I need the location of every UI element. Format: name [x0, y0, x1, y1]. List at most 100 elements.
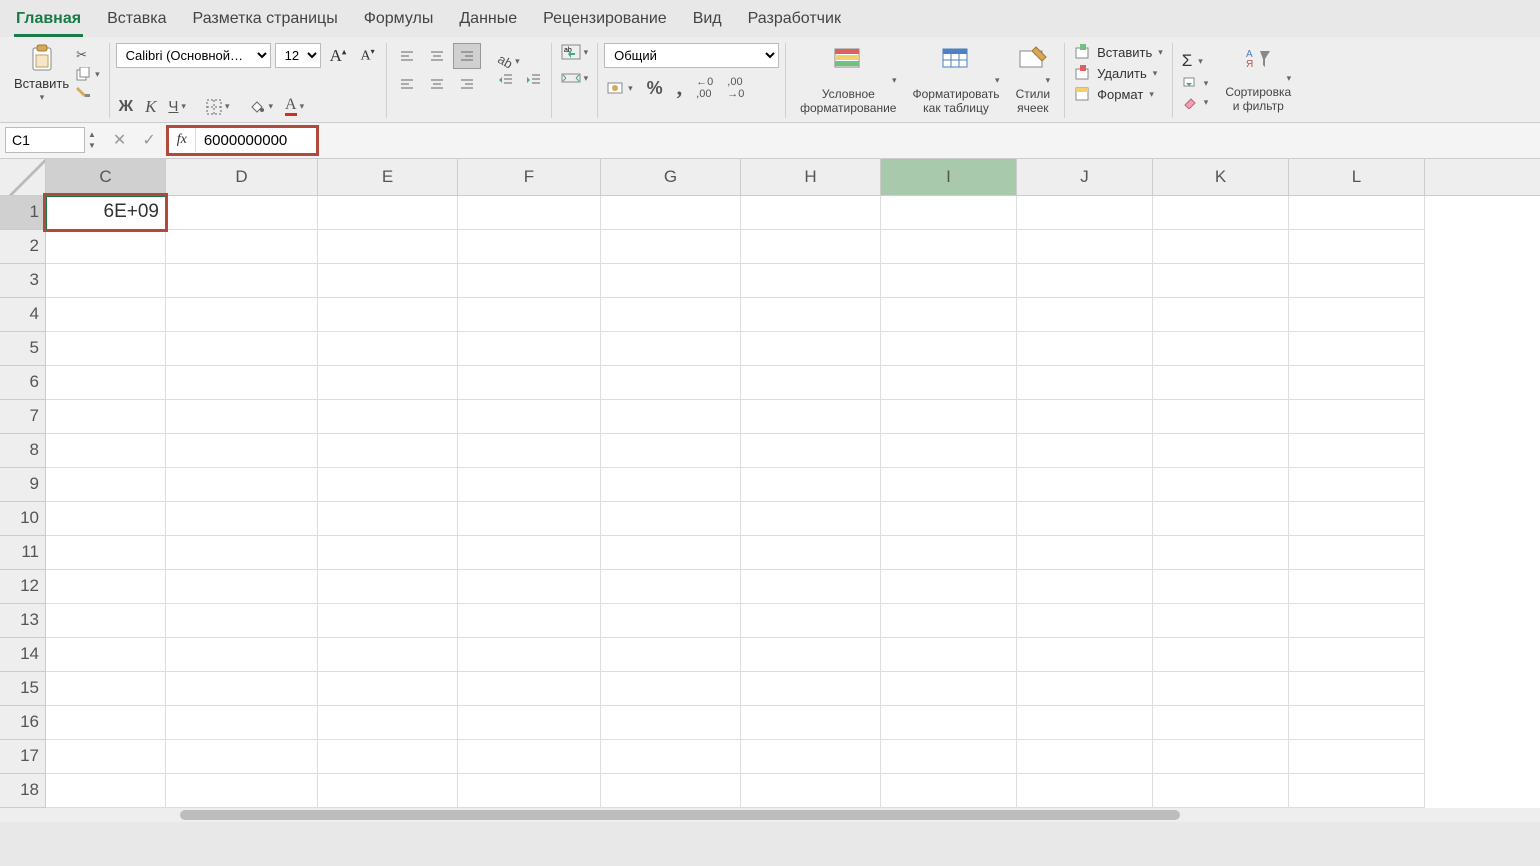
- cell-I4[interactable]: [881, 298, 1017, 332]
- row-header-17[interactable]: 17: [0, 740, 46, 774]
- cell-E17[interactable]: [318, 740, 458, 774]
- cell-F2[interactable]: [458, 230, 601, 264]
- cell-F8[interactable]: [458, 434, 601, 468]
- cell-C16[interactable]: [46, 706, 166, 740]
- row-header-11[interactable]: 11: [0, 536, 46, 570]
- cell-F5[interactable]: [458, 332, 601, 366]
- cell-G11[interactable]: [601, 536, 741, 570]
- cell-I1[interactable]: [881, 196, 1017, 230]
- cell-G12[interactable]: [601, 570, 741, 604]
- cell-D11[interactable]: [166, 536, 318, 570]
- cell-G10[interactable]: [601, 502, 741, 536]
- cell-J4[interactable]: [1017, 298, 1153, 332]
- cell-F1[interactable]: [458, 196, 601, 230]
- cell-C4[interactable]: [46, 298, 166, 332]
- row-header-15[interactable]: 15: [0, 672, 46, 706]
- cell-K17[interactable]: [1153, 740, 1289, 774]
- cell-I11[interactable]: [881, 536, 1017, 570]
- cell-L18[interactable]: [1289, 774, 1425, 808]
- cell-L7[interactable]: [1289, 400, 1425, 434]
- cell-H1[interactable]: [741, 196, 881, 230]
- cell-K9[interactable]: [1153, 468, 1289, 502]
- col-header-H[interactable]: H: [741, 159, 881, 195]
- cell-I9[interactable]: [881, 468, 1017, 502]
- cell-H5[interactable]: [741, 332, 881, 366]
- cell-D14[interactable]: [166, 638, 318, 672]
- cell-F18[interactable]: [458, 774, 601, 808]
- cell-J7[interactable]: [1017, 400, 1153, 434]
- format-painter-button[interactable]: [73, 84, 103, 100]
- cell-L11[interactable]: [1289, 536, 1425, 570]
- cell-I2[interactable]: [881, 230, 1017, 264]
- cell-H3[interactable]: [741, 264, 881, 298]
- cell-I5[interactable]: [881, 332, 1017, 366]
- cell-E15[interactable]: [318, 672, 458, 706]
- cell-I12[interactable]: [881, 570, 1017, 604]
- row-header-8[interactable]: 8: [0, 434, 46, 468]
- row-header-18[interactable]: 18: [0, 774, 46, 808]
- cell-J16[interactable]: [1017, 706, 1153, 740]
- cell-D4[interactable]: [166, 298, 318, 332]
- cell-K16[interactable]: [1153, 706, 1289, 740]
- italic-button[interactable]: К: [142, 96, 159, 118]
- cell-G13[interactable]: [601, 604, 741, 638]
- col-header-F[interactable]: F: [458, 159, 601, 195]
- percent-button[interactable]: %: [644, 77, 666, 100]
- cell-L5[interactable]: [1289, 332, 1425, 366]
- cell-C1[interactable]: 6E+09: [46, 196, 166, 230]
- cell-K18[interactable]: [1153, 774, 1289, 808]
- cell-I6[interactable]: [881, 366, 1017, 400]
- thousands-button[interactable]: ,: [674, 74, 686, 102]
- cell-G2[interactable]: [601, 230, 741, 264]
- cell-H7[interactable]: [741, 400, 881, 434]
- conditional-formatting-button[interactable]: ▾ Условное форматирование: [792, 43, 904, 118]
- cell-D5[interactable]: [166, 332, 318, 366]
- cell-F9[interactable]: [458, 468, 601, 502]
- font-size-select[interactable]: 12: [275, 43, 321, 68]
- currency-button[interactable]: ▾: [604, 79, 636, 97]
- cell-E14[interactable]: [318, 638, 458, 672]
- row-header-12[interactable]: 12: [0, 570, 46, 604]
- merge-button[interactable]: ▾: [558, 69, 592, 87]
- cell-F15[interactable]: [458, 672, 601, 706]
- col-header-I[interactable]: I: [881, 159, 1017, 195]
- cell-K6[interactable]: [1153, 366, 1289, 400]
- cell-J1[interactable]: [1017, 196, 1153, 230]
- cell-K13[interactable]: [1153, 604, 1289, 638]
- cell-D17[interactable]: [166, 740, 318, 774]
- cell-G9[interactable]: [601, 468, 741, 502]
- cell-J17[interactable]: [1017, 740, 1153, 774]
- cell-K1[interactable]: [1153, 196, 1289, 230]
- cell-F6[interactable]: [458, 366, 601, 400]
- cell-C5[interactable]: [46, 332, 166, 366]
- cell-F16[interactable]: [458, 706, 601, 740]
- cell-L16[interactable]: [1289, 706, 1425, 740]
- cell-J11[interactable]: [1017, 536, 1153, 570]
- cell-D10[interactable]: [166, 502, 318, 536]
- increase-font-button[interactable]: A▴: [325, 44, 352, 68]
- cell-E6[interactable]: [318, 366, 458, 400]
- cell-E10[interactable]: [318, 502, 458, 536]
- cell-J12[interactable]: [1017, 570, 1153, 604]
- cell-H10[interactable]: [741, 502, 881, 536]
- decrease-indent[interactable]: [495, 72, 517, 88]
- cell-G3[interactable]: [601, 264, 741, 298]
- cell-H8[interactable]: [741, 434, 881, 468]
- cell-G1[interactable]: [601, 196, 741, 230]
- underline-button[interactable]: Ч▾: [165, 97, 189, 116]
- cell-I3[interactable]: [881, 264, 1017, 298]
- cell-H13[interactable]: [741, 604, 881, 638]
- row-header-6[interactable]: 6: [0, 366, 46, 400]
- cell-G18[interactable]: [601, 774, 741, 808]
- fx-icon[interactable]: fx: [169, 128, 196, 152]
- cell-C9[interactable]: [46, 468, 166, 502]
- fill-color-button[interactable]: ▾: [246, 98, 276, 116]
- cell-L6[interactable]: [1289, 366, 1425, 400]
- cell-C2[interactable]: [46, 230, 166, 264]
- tab-page-layout[interactable]: Разметка страницы: [191, 10, 340, 37]
- col-header-L[interactable]: L: [1289, 159, 1425, 195]
- cell-K10[interactable]: [1153, 502, 1289, 536]
- cell-styles-button[interactable]: ▾ Стили ячеек: [1008, 43, 1059, 118]
- cell-L13[interactable]: [1289, 604, 1425, 638]
- cell-G4[interactable]: [601, 298, 741, 332]
